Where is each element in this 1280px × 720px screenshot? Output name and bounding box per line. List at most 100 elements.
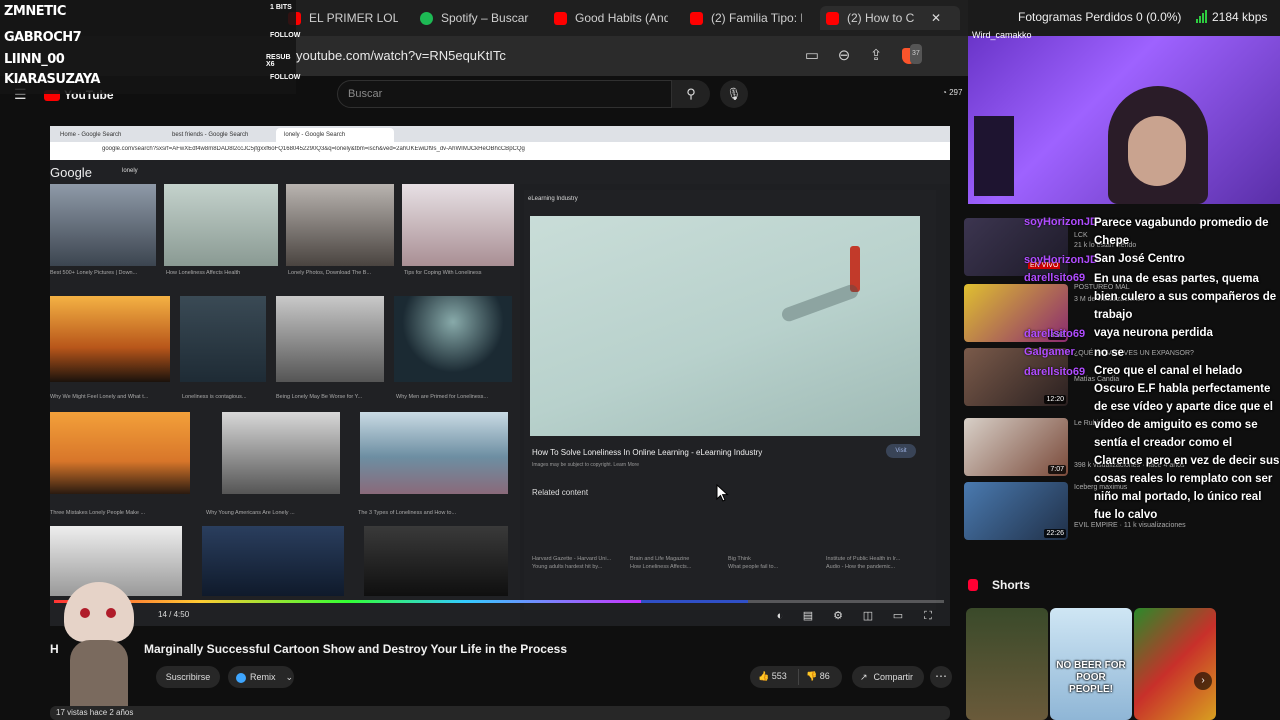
inner-address-bar: google.com/search?sxsrf=AFwXEdf4w8m8DAD8… xyxy=(50,142,950,160)
follower-name: ZMNETIC xyxy=(4,4,66,19)
browser-tab[interactable]: EL PRIMER LOLCO xyxy=(288,6,398,30)
theater-mode-icon[interactable]: ▭ xyxy=(890,608,906,624)
result-thumbnail xyxy=(180,296,266,382)
youtube-icon xyxy=(690,11,703,25)
browser-tab[interactable]: Spotify – Buscar xyxy=(420,6,536,30)
description-text: 17 vistas hace 2 años xyxy=(56,708,134,717)
panel-source: eLearning Industry xyxy=(528,196,578,202)
webcam-feed: Wird_camakko xyxy=(968,30,1280,204)
mic-button[interactable]: 🎙 xyxy=(720,80,748,108)
result-caption: Loneliness is contagious... xyxy=(182,394,247,400)
related-title: Young adults hardest hit by... xyxy=(532,564,603,570)
short-caption: NO BEER FOR POOR PEOPLE! xyxy=(1056,660,1126,695)
short-thumbnail[interactable] xyxy=(966,608,1048,720)
fullscreen-icon[interactable]: ⛶ xyxy=(920,608,936,624)
result-thumbnail xyxy=(222,412,340,494)
search-input[interactable]: Buscar xyxy=(337,80,672,108)
brave-shield-icon[interactable]: 37 xyxy=(898,44,922,66)
inner-tab: Home - Google Search xyxy=(60,132,122,138)
avatar-eye-shape xyxy=(106,608,116,618)
short-thumbnail[interactable]: NO BEER FOR POOR PEOPLE! xyxy=(1050,608,1132,720)
tab-label: EL PRIMER LOLCO xyxy=(309,11,398,25)
thumbs-down-icon: 👎 xyxy=(806,671,818,681)
progress-buffered xyxy=(641,600,749,603)
visit-button: Visit xyxy=(886,444,916,458)
close-icon[interactable]: ✕ xyxy=(931,11,941,25)
subscribe-button[interactable]: Suscribirse xyxy=(156,666,220,688)
result-caption: Three Mistakes Lonely People Make ... xyxy=(50,510,146,516)
google-logo: Google xyxy=(50,165,92,180)
related-item: Institute of Public Health in Ir... xyxy=(826,556,901,562)
like-button[interactable]: 👍 553 xyxy=(758,671,787,682)
youtube-icon xyxy=(554,11,567,25)
duration-badge: 22:26 xyxy=(1044,529,1066,538)
search-button[interactable]: ⚲ xyxy=(672,80,710,108)
follower-tag: RESUB X6 xyxy=(266,54,291,68)
result-caption: Why We Might Feel Lonely and What t... xyxy=(50,394,149,400)
result-caption: The 3 Types of Loneliness and How to... xyxy=(358,510,457,516)
signal-bars-icon xyxy=(1196,10,1207,23)
related-title: Audio - How the pandemic... xyxy=(826,564,896,570)
dislike-count: 86 xyxy=(819,671,830,681)
tab-label: (2) How to C xyxy=(847,11,915,25)
like-dislike-group: 👍 553 👎 86 xyxy=(750,666,842,688)
result-thumbnail xyxy=(360,412,508,494)
chat-message: vaya neurona perdida xyxy=(1094,327,1213,339)
recommended-thumbnail[interactable]: 7:07 xyxy=(964,418,1068,476)
inner-tab-active: lonely - Google Search xyxy=(276,128,394,142)
shorts-label: Shorts xyxy=(992,578,1031,592)
video-progress-bar[interactable] xyxy=(54,600,944,603)
video-title-prefix: H xyxy=(50,642,59,656)
inner-tab: best friends - Google Search xyxy=(172,132,249,138)
url-field[interactable]: youtube.com/watch?v=RN5equKtITc xyxy=(296,48,506,63)
chevron-right-icon[interactable]: › xyxy=(1194,672,1212,690)
tab-label: (2) Familia Tipo: D xyxy=(711,11,802,25)
chat-username: Galgamer xyxy=(1024,346,1075,358)
shield-badge: 37 xyxy=(910,44,922,64)
description-box[interactable]: 17 vistas hace 2 años xyxy=(50,706,950,720)
youtube-icon xyxy=(826,11,839,25)
result-caption: Best 500+ Lonely Pictures | Down... xyxy=(50,270,138,276)
recommended-thumbnail[interactable]: 22:26 xyxy=(964,482,1068,540)
result-caption: Why Men are Primed for Loneliness... xyxy=(396,394,489,400)
more-actions-button[interactable]: ⋯ xyxy=(930,666,952,688)
shorts-heading: Shorts xyxy=(968,578,1030,592)
browser-tab[interactable]: Good Habits (And xyxy=(554,6,668,30)
result-caption: Tips for Coping With Loneliness xyxy=(404,270,482,276)
video-player[interactable]: Home - Google Search best friends - Goog… xyxy=(50,126,950,626)
dropped-frames: Fotogramas Perdidos 0 (0.0%) xyxy=(1018,10,1182,24)
stream-followers-overlay: ZMNETIC 1 BITS GABROCH7 FOLLOW LIINN_00 … xyxy=(0,0,300,94)
chat-message: En una de esas partes, quema bien culero… xyxy=(1094,273,1277,321)
zoom-icon[interactable]: ⊖ xyxy=(834,46,854,66)
share-button[interactable]: ↗ Compartir xyxy=(852,666,924,688)
search-icon: ⚲ xyxy=(686,86,696,101)
chevron-down-icon: ⌄ xyxy=(285,672,294,682)
image-results-grid: Best 500+ Lonely Pictures | Down... How … xyxy=(50,184,520,626)
shorts-icon xyxy=(968,579,978,591)
settings-icon[interactable]: ⚙ xyxy=(830,608,846,624)
share-icon[interactable]: ⇪ xyxy=(866,46,886,66)
chat-message: no se xyxy=(1094,347,1125,359)
remix-button[interactable]: Remix ⌄ xyxy=(228,666,294,688)
related-item: Harvard Gazette - Harvard Uni... xyxy=(532,556,612,562)
result-thumbnail xyxy=(276,296,384,382)
chat-message: San José Centro xyxy=(1094,253,1185,265)
search-placeholder: Buscar xyxy=(348,88,383,100)
dislike-button[interactable]: 👎 86 xyxy=(806,671,830,682)
short-thumbnail[interactable]: › xyxy=(1134,608,1216,720)
header-counter: ◔ 297 xyxy=(942,88,963,97)
follower-name: KIARASUZAYA xyxy=(4,72,100,87)
shadow-shape xyxy=(780,282,860,324)
result-caption: Why Young Americans Are Lonely ... xyxy=(206,510,295,516)
miniplayer-icon[interactable]: ◫ xyxy=(860,608,876,624)
background-object-shape xyxy=(974,116,1014,196)
browser-tab-active[interactable]: (2) How to C ✕ xyxy=(820,6,960,30)
follower-tag: FOLLOW xyxy=(270,32,301,39)
autoplay-toggle-icon[interactable]: ◐ xyxy=(772,608,788,624)
remix-label: Remix xyxy=(250,672,276,682)
browser-tab[interactable]: (2) Familia Tipo: D xyxy=(690,6,802,30)
screen-cast-icon[interactable]: ▭ xyxy=(802,46,822,66)
chat-username: darellsito69 xyxy=(1024,328,1086,340)
subtitles-icon[interactable]: ▤ xyxy=(800,608,816,624)
chat-message: Parece vagabundo promedio de Chepe xyxy=(1094,217,1269,247)
